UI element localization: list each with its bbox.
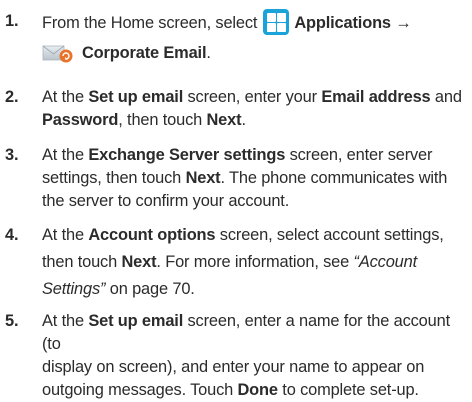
step-number: 3.	[5, 146, 19, 164]
applications-icon	[263, 8, 290, 35]
corporate-email-label: Corporate Email	[82, 44, 207, 62]
step-text: At the Account options screen, select ac…	[42, 226, 444, 298]
step-3: 3. At the Exchange Server settings scree…	[0, 144, 470, 214]
step-text: From the Home screen, select Applications…	[42, 8, 470, 66]
step-text: At the Set up email screen, enter a name…	[42, 312, 450, 399]
step-number: 2.	[5, 88, 19, 106]
step-number: 5.	[5, 312, 19, 330]
instruction-steps: 1. From the Home screen, select Applicati…	[0, 0, 472, 399]
step-number: 1.	[5, 12, 19, 30]
step-text: At the Set up email screen, enter your E…	[42, 88, 462, 129]
step-2: 2. At the Set up email screen, enter you…	[0, 86, 470, 134]
arrow: →	[395, 14, 412, 32]
step-5: 5. At the Set up email screen, enter a n…	[0, 310, 470, 399]
step-text: At the Exchange Server settings screen, …	[42, 146, 448, 210]
step-number: 4.	[5, 226, 19, 244]
applications-label: Applications	[294, 14, 391, 32]
corporate-email-icon	[42, 41, 76, 63]
step-1: 1. From the Home screen, select Applicati…	[0, 8, 470, 66]
step-4: 4. At the Account options screen, select…	[0, 224, 470, 306]
